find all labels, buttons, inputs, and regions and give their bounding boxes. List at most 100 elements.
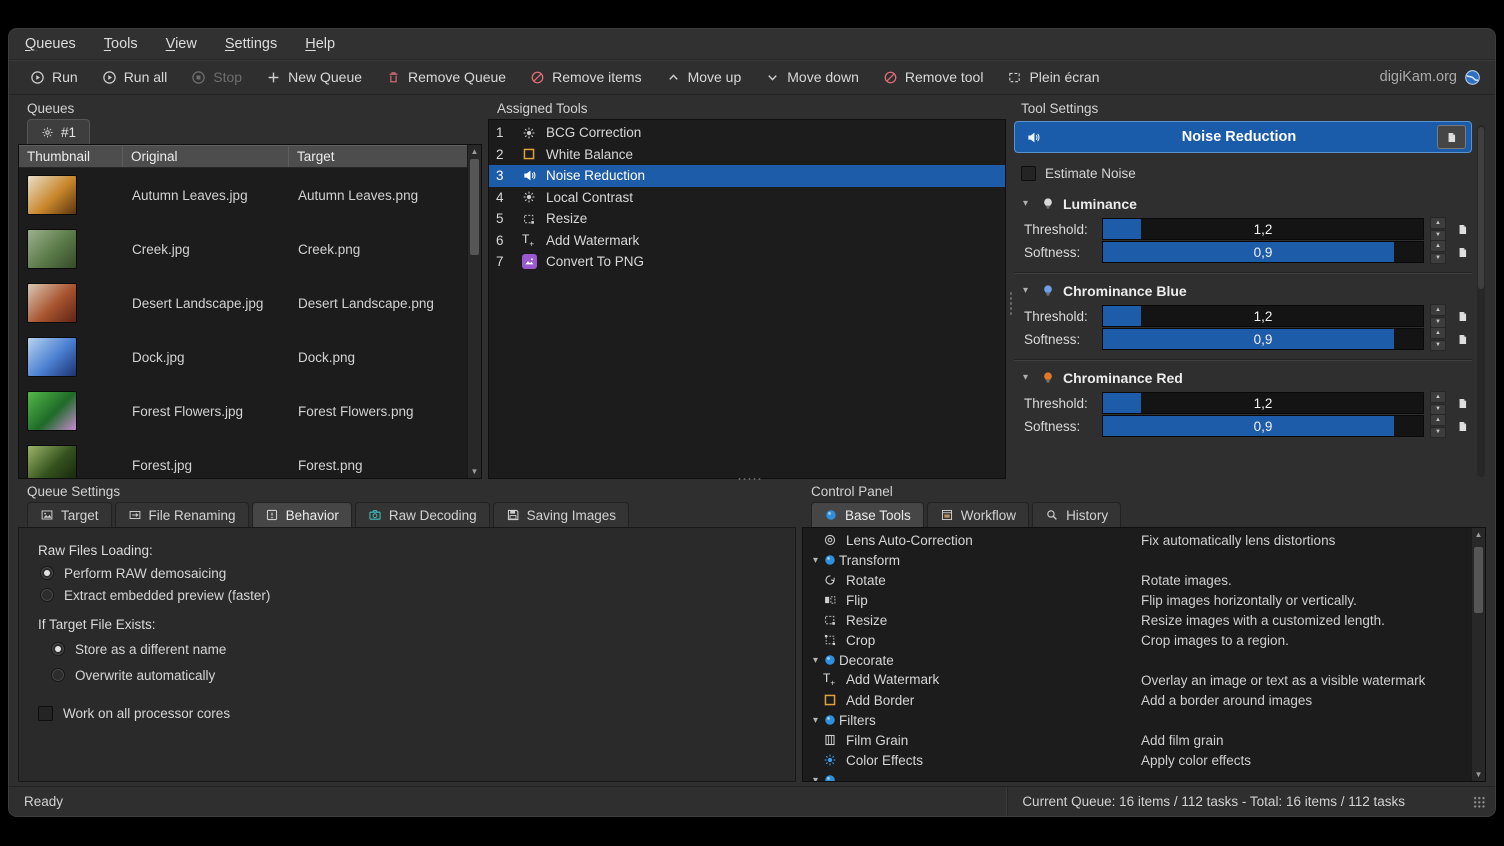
queue-settings-tab-behavior[interactable]: Behavior <box>252 502 352 527</box>
scroll-up-arrow-icon[interactable]: ▲ <box>471 145 479 158</box>
scroll-down-arrow-icon[interactable]: ▼ <box>1475 768 1483 781</box>
radio-button[interactable] <box>51 668 65 682</box>
toolbar-move-up[interactable]: Move up <box>655 65 753 89</box>
spin-up-button[interactable]: ▲ <box>1430 240 1446 252</box>
control-panel-scrollbar[interactable]: ▲ ▼ <box>1471 528 1485 781</box>
assigned-tool-convert-to-png[interactable]: 7Convert To PNG <box>489 251 1005 273</box>
scrollbar-thumb[interactable] <box>1474 547 1483 613</box>
reset-value-button[interactable] <box>1452 333 1472 346</box>
expand-arrow-icon[interactable]: ▾ <box>808 715 823 726</box>
tree-tool-flip[interactable]: FlipFlip images horizontally or vertical… <box>803 590 1471 610</box>
collapse-arrow-icon[interactable]: ▾ <box>1023 198 1033 209</box>
slider-threshold[interactable]: 1,2 <box>1102 392 1424 414</box>
slider-softness[interactable]: 0,9 <box>1102 241 1424 263</box>
spin-up-button[interactable]: ▲ <box>1430 327 1446 339</box>
radio-perform-raw-demosaicing[interactable]: Perform RAW demosaicing <box>38 562 795 584</box>
estimate-noise-checkbox[interactable] <box>1021 166 1036 181</box>
assigned-tool-bcg-correction[interactable]: 1BCG Correction <box>489 122 1005 144</box>
radio-button[interactable] <box>40 588 54 602</box>
menu-settings[interactable]: Settings <box>225 36 277 52</box>
spin-down-button[interactable]: ▼ <box>1430 253 1446 265</box>
tree-tool-rotate[interactable]: RotateRotate images. <box>803 570 1471 590</box>
queue-row-dock-jpg[interactable]: Dock.jpgDock.png <box>19 330 467 384</box>
control-panel-tab-workflow[interactable]: Workflow <box>927 502 1029 527</box>
queue-row-forest-flowers-jpg[interactable]: Forest Flowers.jpgForest Flowers.png <box>19 384 467 438</box>
tool-settings-scrollbar[interactable] <box>1477 125 1485 477</box>
radio-overwrite-automatically[interactable]: Overwrite automatically <box>38 662 795 688</box>
reset-value-button[interactable] <box>1452 310 1472 323</box>
column-header-target[interactable]: Target <box>289 145 467 167</box>
queue-row-autumn-leaves-jpg[interactable]: Autumn Leaves.jpgAutumn Leaves.png <box>19 168 467 222</box>
reset-value-button[interactable] <box>1452 397 1472 410</box>
tree-group-x[interactable]: ▾ <box>803 770 1471 781</box>
spin-down-button[interactable]: ▼ <box>1430 340 1446 352</box>
tree-tool-add-watermark[interactable]: T+Add WatermarkOverlay an image or text … <box>803 670 1471 690</box>
queues-scrollbar[interactable]: ▲ ▼ <box>467 145 481 478</box>
scroll-down-arrow-icon[interactable]: ▼ <box>471 465 479 478</box>
tree-tool-color-effects[interactable]: Color EffectsApply color effects <box>803 750 1471 770</box>
control-panel-tab-history[interactable]: History <box>1032 502 1121 527</box>
slider-softness[interactable]: 0,9 <box>1102 328 1424 350</box>
tree-tool-lens-auto-correction[interactable]: Lens Auto-CorrectionFix automatically le… <box>803 530 1471 550</box>
tree-tool-film-grain[interactable]: Film GrainAdd film grain <box>803 730 1471 750</box>
assigned-tool-resize[interactable]: 5Resize <box>489 208 1005 230</box>
toolbar-move-down[interactable]: Move down <box>754 65 870 89</box>
scrollbar-thumb[interactable] <box>470 159 479 255</box>
radio-extract-embedded-preview-faster[interactable]: Extract embedded preview (faster) <box>38 584 795 606</box>
tree-group-filters[interactable]: ▾Filters <box>803 710 1471 730</box>
menu-help[interactable]: Help <box>305 36 335 52</box>
tree-group-decorate[interactable]: ▾Decorate <box>803 650 1471 670</box>
radio-store-as-a-different-name[interactable]: Store as a different name <box>38 636 795 662</box>
toolbar-remove-items[interactable]: Remove items <box>519 65 652 89</box>
collapse-arrow-icon[interactable]: ▾ <box>1023 372 1033 383</box>
expand-arrow-icon[interactable]: ▾ <box>808 655 823 666</box>
slider-softness[interactable]: 0,9 <box>1102 415 1424 437</box>
work-on-all-cores-row[interactable]: Work on all processor cores <box>38 702 795 724</box>
toolbar-remove-tool[interactable]: Remove tool <box>872 65 995 89</box>
section-header-chrominance-red[interactable]: ▾Chrominance Red <box>1014 364 1472 391</box>
tree-tool-resize[interactable]: ResizeResize images with a customized le… <box>803 610 1471 630</box>
assigned-tool-local-contrast[interactable]: 4Local Contrast <box>489 187 1005 209</box>
collapse-arrow-icon[interactable]: ▾ <box>1023 285 1033 296</box>
tree-group-transform[interactable]: ▾Transform <box>803 550 1471 570</box>
slider-threshold[interactable]: 1,2 <box>1102 305 1424 327</box>
queue-row-forest-jpg[interactable]: Forest.jpgForest.png <box>19 438 467 478</box>
menu-view[interactable]: View <box>166 36 197 52</box>
resize-grip[interactable] <box>1473 796 1486 809</box>
spin-up-button[interactable]: ▲ <box>1430 391 1446 403</box>
toolbar-new-queue[interactable]: New Queue <box>255 65 373 89</box>
scrollbar-thumb[interactable] <box>1478 127 1484 289</box>
reset-tool-settings-button[interactable] <box>1437 125 1466 149</box>
assigned-tool-add-watermark[interactable]: 6T+Add Watermark <box>489 230 1005 252</box>
section-header-luminance[interactable]: ▾Luminance <box>1014 190 1472 217</box>
spin-down-button[interactable]: ▼ <box>1430 427 1446 439</box>
toolbar-stop[interactable]: Stop <box>180 65 253 89</box>
queue-settings-tab-raw-decoding[interactable]: Raw Decoding <box>355 502 490 527</box>
reset-value-button[interactable] <box>1452 246 1472 259</box>
column-header-original[interactable]: Original <box>123 145 289 167</box>
radio-button[interactable] <box>40 566 54 580</box>
spin-up-button[interactable]: ▲ <box>1430 217 1446 229</box>
brand-link[interactable]: digiKam.org <box>1380 69 1485 86</box>
radio-button[interactable] <box>51 642 65 656</box>
slider-threshold[interactable]: 1,2 <box>1102 218 1424 240</box>
assigned-tool-noise-reduction[interactable]: 3Noise Reduction <box>489 165 1005 187</box>
splitter-handle-horizontal[interactable] <box>737 477 763 481</box>
spin-up-button[interactable]: ▲ <box>1430 414 1446 426</box>
menu-tools[interactable]: Tools <box>104 36 138 52</box>
queue-settings-tab-saving-images[interactable]: Saving Images <box>493 502 629 527</box>
queue-row-desert-landscape-jpg[interactable]: Desert Landscape.jpgDesert Landscape.png <box>19 276 467 330</box>
column-header-thumbnail[interactable]: Thumbnail <box>19 145 123 167</box>
reset-value-button[interactable] <box>1452 223 1472 236</box>
work-on-all-cores-checkbox[interactable] <box>38 706 53 721</box>
queue-tab-1[interactable]: #1 <box>27 119 90 144</box>
toolbar-remove-queue[interactable]: Remove Queue <box>375 65 517 89</box>
expand-arrow-icon[interactable]: ▾ <box>808 555 823 566</box>
queue-row-creek-jpg[interactable]: Creek.jpgCreek.png <box>19 222 467 276</box>
toolbar-plein-cran[interactable]: Plein écran <box>996 65 1110 89</box>
assigned-tool-white-balance[interactable]: 2White Balance <box>489 144 1005 166</box>
toolbar-run[interactable]: Run <box>19 65 89 89</box>
queue-settings-tab-target[interactable]: Target <box>27 502 112 527</box>
menu-queues[interactable]: Queues <box>25 36 76 52</box>
tree-tool-add-border[interactable]: Add BorderAdd a border around images <box>803 690 1471 710</box>
